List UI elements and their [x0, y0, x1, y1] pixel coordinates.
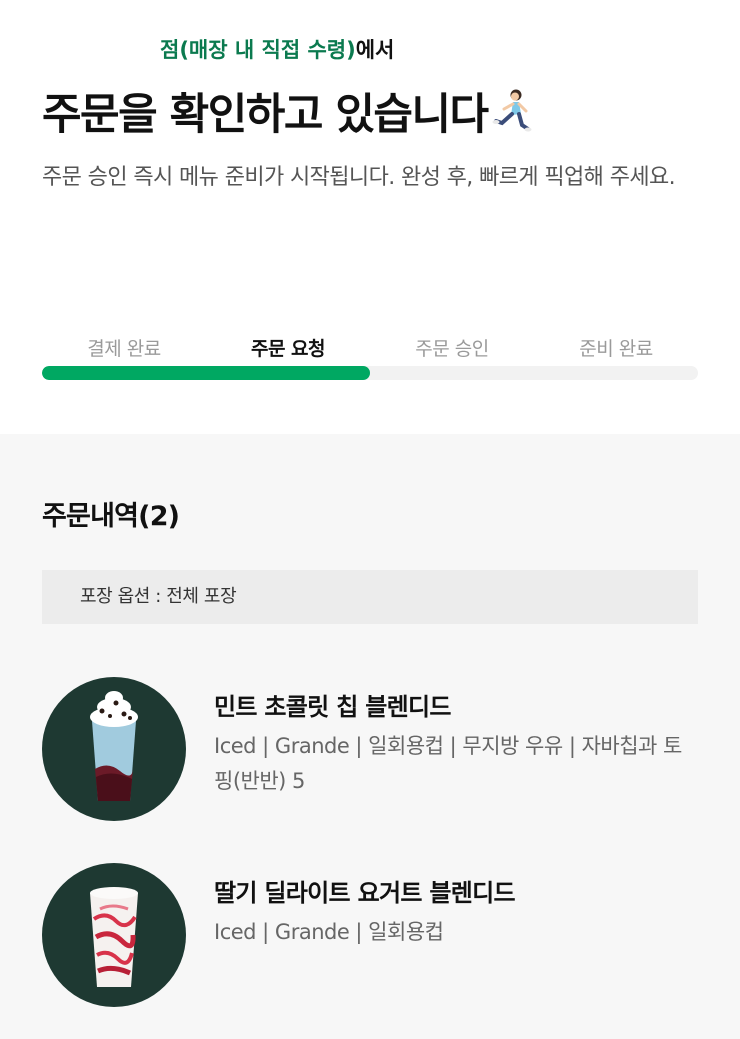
step-order-approved: 주문 승인 — [415, 338, 489, 360]
item-options: Iced | Grande | 일회용컵 — [214, 920, 444, 944]
item-options: Iced | Grande | 일회용컵 | 무지방 우유 | 자바칩과 토핑(… — [214, 734, 682, 793]
packaging-option: 포장 옵션 : 전체 포장 — [42, 570, 698, 624]
step-payment-complete: 결제 완료 — [87, 338, 161, 360]
item-name: 민트 초콜릿 칩 블렌디드 — [214, 693, 451, 721]
order-item[interactable]: 민트 초콜릿 칩 블렌디드 Iced | Grande | 일회용컵 | 무지방… — [42, 677, 698, 827]
progress-bar-fill — [42, 366, 370, 380]
progress-steps: 결제 완료 주문 요청 주문 승인 준비 완료 — [42, 334, 698, 362]
store-pickup-line: 점(매장 내 직접 수령)에서 — [160, 34, 394, 64]
item-name: 딸기 딜라이트 요거트 블렌디드 — [214, 879, 516, 907]
order-description: 주문 승인 즉시 메뉴 준비가 시작됩니다. 완성 후, 빠르게 픽업해 주세요… — [42, 165, 676, 190]
order-history-title: 주문내역(2) — [42, 501, 180, 532]
store-name: 점(매장 내 직접 수령) — [160, 38, 356, 62]
page-title: 주문을 확인하고 있습니다 — [42, 80, 532, 142]
order-item[interactable]: 딸기 딜라이트 요거트 블렌디드 Iced | Grande | 일회용컵 — [42, 863, 698, 1013]
step-ready: 준비 완료 — [579, 338, 653, 360]
mint-chocolate-chip-blended-image — [42, 677, 186, 821]
step-order-requested: 주문 요청 — [250, 338, 326, 360]
progress-bar — [42, 366, 698, 380]
order-status-header: 점(매장 내 직접 수령)에서 주문을 확인하고 있습니다 주문 승인 즉시 메… — [0, 0, 740, 434]
running-person-icon — [492, 87, 532, 133]
strawberry-delight-yogurt-blended-image — [42, 863, 186, 1007]
store-suffix: 에서 — [355, 38, 395, 62]
headline-text: 주문을 확인하고 있습니다 — [42, 90, 489, 140]
